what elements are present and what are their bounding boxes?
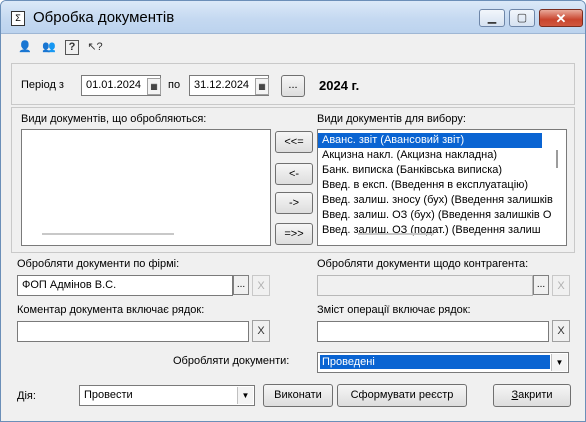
horizontal-scrollbar-right[interactable]: [358, 233, 434, 235]
close-window-button[interactable]: ✕: [539, 9, 583, 27]
firm-field[interactable]: ФОП Адмінов В.С.: [17, 275, 233, 296]
list-item[interactable]: Введ. залиш. зносу (бух) (Введення залиш…: [318, 193, 554, 208]
operation-field[interactable]: [317, 321, 549, 342]
move-one-left-button[interactable]: <-: [275, 163, 313, 185]
document-icon: Σ: [11, 11, 25, 26]
group-icon[interactable]: 👥: [41, 39, 57, 55]
list-item[interactable]: Акцизна накл. (Акцизна накладна): [318, 148, 554, 163]
comment-label: Коментар документа включає рядок:: [17, 304, 205, 316]
horizontal-scrollbar[interactable]: [42, 233, 174, 235]
firm-select-button[interactable]: ...: [233, 275, 249, 295]
action-value: Провести: [84, 389, 133, 401]
window-title: Обробка документів: [33, 9, 175, 26]
right-list-label: Види документів для вибору:: [317, 113, 466, 125]
comment-field[interactable]: [17, 321, 249, 342]
counterparty-field[interactable]: [317, 275, 533, 296]
action-label: Дія:: [17, 390, 36, 402]
comment-clear-button[interactable]: X: [252, 320, 270, 342]
operation-label: Зміст операції включає рядок:: [317, 304, 471, 316]
list-item[interactable]: Введ. в експ. (Введення в експлуатацію): [318, 178, 554, 193]
counterparty-clear-button[interactable]: X: [552, 275, 570, 296]
chevron-down-icon[interactable]: ▼: [237, 387, 253, 404]
processed-doc-types-list[interactable]: [21, 129, 271, 246]
close-button-label: акрити: [518, 389, 553, 401]
help-icon[interactable]: ?: [65, 40, 79, 55]
list-item[interactable]: Введ. залиш. ОЗ (бух) (Введення залишків…: [318, 208, 554, 223]
users-icon[interactable]: 👤: [17, 39, 33, 55]
list-item[interactable]: Банк. виписка (Банківська виписка): [318, 163, 554, 178]
register-button[interactable]: Сформувати реєстр: [337, 384, 467, 407]
left-list-label: Види документів, що обробляються:: [21, 113, 207, 125]
execute-button[interactable]: Виконати: [263, 384, 333, 407]
main-window: Σ Обробка документів ▁ ▢ ✕ 👤 👥 ? ↖? Пері…: [0, 0, 586, 422]
firm-clear-button[interactable]: X: [252, 275, 270, 296]
move-all-right-button[interactable]: =>>: [275, 223, 313, 245]
available-doc-types-items: Аванс. звіт (Авансовий звіт) Акцизна накл…: [318, 133, 554, 238]
process-value: Проведені: [320, 355, 550, 369]
maximize-button[interactable]: ▢: [509, 9, 535, 27]
process-label: Обробляти документи:: [173, 355, 290, 367]
chevron-down-icon[interactable]: ▼: [551, 354, 567, 371]
context-help-icon[interactable]: ↖?: [87, 39, 103, 55]
minimize-button[interactable]: ▁: [479, 9, 505, 27]
process-select[interactable]: Проведені ▼: [317, 352, 569, 373]
move-one-right-button[interactable]: ->: [275, 192, 313, 214]
list-item[interactable]: Аванс. звіт (Авансовий звіт): [318, 133, 542, 148]
close-button[interactable]: Закрити: [493, 384, 571, 407]
counterparty-select-button[interactable]: ...: [533, 275, 549, 295]
move-all-left-button[interactable]: <<=: [275, 131, 313, 153]
available-doc-types-list[interactable]: Аванс. звіт (Авансовий звіт) Акцизна накл…: [317, 129, 567, 246]
action-select[interactable]: Провести ▼: [79, 385, 255, 406]
vertical-scrollbar[interactable]: [556, 150, 558, 168]
operation-clear-button[interactable]: X: [552, 320, 570, 342]
period-frame: [11, 63, 575, 105]
list-item[interactable]: Введ. залиш. ОЗ (подат.) (Введення залиш: [318, 223, 554, 238]
firm-value: ФОП Адмінов В.С.: [22, 279, 117, 291]
title-bar[interactable]: Σ Обробка документів ▁ ▢ ✕: [1, 1, 585, 34]
firm-label: Обробляти документи по фірмі:: [17, 258, 180, 270]
counterparty-label: Обробляти документи щодо контрагента:: [317, 258, 529, 270]
